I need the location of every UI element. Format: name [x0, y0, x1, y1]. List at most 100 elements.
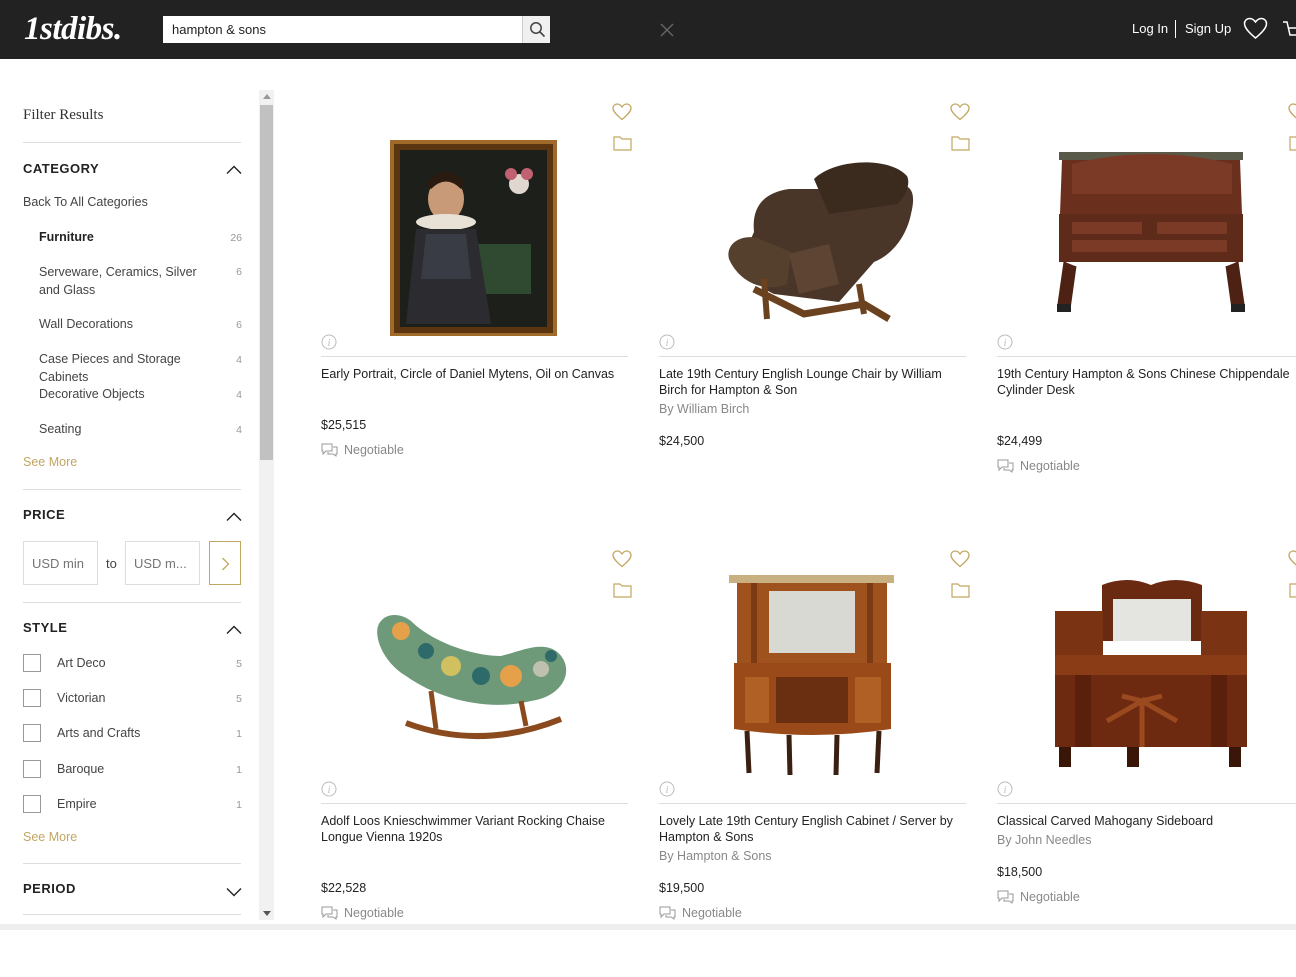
- svg-text:i: i: [666, 785, 669, 796]
- top-header: 1stdibs. Log In Sign Up: [0, 0, 1296, 59]
- checkbox[interactable]: [23, 760, 41, 778]
- product-card[interactable]: i Early Portrait, Circle of Daniel Myten…: [321, 90, 632, 530]
- price-apply-button[interactable]: [209, 541, 241, 585]
- login-link[interactable]: Log In: [1132, 21, 1168, 36]
- product-image[interactable]: [997, 104, 1296, 336]
- folder-icon[interactable]: [613, 582, 632, 603]
- category-item-decorative-objects[interactable]: Decorative Objects: [39, 385, 219, 403]
- favorite-heart-icon[interactable]: [950, 550, 970, 573]
- category-item-furniture[interactable]: Furniture: [39, 228, 219, 246]
- product-card[interactable]: i Classical Carved Mahogany Sideboard By…: [997, 537, 1296, 977]
- category-item-case-pieces[interactable]: Case Pieces and Storage Cabinets: [39, 350, 219, 386]
- style-filter-arts-and-crafts[interactable]: Arts and Crafts 1: [23, 724, 243, 744]
- scroll-up-arrow-icon[interactable]: [263, 94, 271, 99]
- favorite-heart-icon[interactable]: [1288, 103, 1296, 126]
- product-maker[interactable]: By Hampton & Sons: [659, 849, 772, 863]
- checkbox[interactable]: [23, 654, 41, 672]
- site-logo[interactable]: 1stdibs.: [24, 10, 122, 48]
- category-item-serveware[interactable]: Serveware, Ceramics, Silver and Glass: [39, 263, 219, 299]
- checkbox[interactable]: [23, 689, 41, 707]
- style-see-more-link[interactable]: See More: [23, 830, 77, 844]
- product-title[interactable]: 19th Century Hampton & Sons Chinese Chip…: [997, 366, 1296, 398]
- favorite-heart-icon[interactable]: [612, 550, 632, 573]
- product-image[interactable]: [659, 104, 966, 336]
- header-separator: [1175, 20, 1176, 38]
- signup-link[interactable]: Sign Up: [1185, 21, 1231, 36]
- info-icon[interactable]: i: [997, 334, 1013, 355]
- folder-icon[interactable]: [951, 582, 970, 603]
- cart-icon[interactable]: [1282, 19, 1296, 44]
- product-image[interactable]: [321, 104, 628, 336]
- price-max-input[interactable]: [125, 541, 200, 585]
- style-label: Arts and Crafts: [57, 726, 141, 740]
- product-card[interactable]: i 19th Century Hampton & Sons Chinese Ch…: [997, 90, 1296, 530]
- category-count: 4: [236, 424, 242, 436]
- category-see-more-link[interactable]: See More: [23, 455, 77, 469]
- product-title[interactable]: Classical Carved Mahogany Sideboard: [997, 813, 1296, 829]
- price-min-input[interactable]: [23, 541, 98, 585]
- checkbox[interactable]: [23, 724, 41, 742]
- folder-icon[interactable]: [613, 135, 632, 156]
- chat-bubble-icon: [997, 890, 1014, 904]
- category-count: 4: [236, 354, 242, 366]
- search-input[interactable]: [163, 16, 499, 43]
- back-to-all-categories-link[interactable]: Back To All Categories: [23, 195, 148, 209]
- product-card[interactable]: i Lovely Late 19th Century English Cabin…: [659, 537, 970, 977]
- clear-search-icon[interactable]: [659, 22, 675, 38]
- product-maker[interactable]: By John Needles: [997, 833, 1092, 847]
- chevron-up-icon[interactable]: [226, 622, 242, 640]
- period-section-title[interactable]: PERIOD: [23, 881, 76, 896]
- info-icon[interactable]: i: [659, 334, 675, 355]
- info-icon[interactable]: i: [659, 781, 675, 802]
- product-card[interactable]: i Adolf Loos Knieschwimmer Variant Rocki…: [321, 537, 632, 977]
- category-item-wall-decorations[interactable]: Wall Decorations: [39, 315, 219, 333]
- favorite-heart-icon[interactable]: [1288, 550, 1296, 573]
- folder-icon[interactable]: [1289, 135, 1296, 156]
- product-maker[interactable]: By William Birch: [659, 402, 749, 416]
- search-button[interactable]: [522, 16, 550, 43]
- info-icon[interactable]: i: [997, 781, 1013, 802]
- style-count: 1: [236, 764, 242, 776]
- sidebar-scrollbar[interactable]: [259, 90, 274, 920]
- favorite-heart-icon[interactable]: [612, 103, 632, 126]
- product-title[interactable]: Adolf Loos Knieschwimmer Variant Rocking…: [321, 813, 621, 845]
- product-title[interactable]: Lovely Late 19th Century English Cabinet…: [659, 813, 959, 845]
- scrollbar-thumb[interactable]: [260, 105, 273, 460]
- chevron-up-icon[interactable]: [226, 509, 242, 527]
- style-section-title[interactable]: STYLE: [23, 620, 67, 635]
- product-image[interactable]: [659, 551, 966, 783]
- style-filter-baroque[interactable]: Baroque 1: [23, 760, 243, 780]
- negotiable-label: Negotiable: [1020, 890, 1080, 904]
- window-bottom-edge: [0, 924, 1296, 930]
- search-icon: [530, 22, 546, 38]
- info-icon[interactable]: i: [321, 781, 337, 802]
- scroll-down-arrow-icon[interactable]: [263, 911, 271, 916]
- price-to-label: to: [106, 556, 117, 571]
- product-image[interactable]: [321, 551, 628, 783]
- style-filter-empire[interactable]: Empire 1: [23, 795, 243, 815]
- folder-icon[interactable]: [951, 135, 970, 156]
- product-price: $22,528: [321, 881, 367, 895]
- favorites-heart-icon[interactable]: [1243, 17, 1268, 45]
- negotiable-badge: Negotiable: [997, 459, 1080, 475]
- chevron-up-icon[interactable]: [226, 162, 242, 180]
- negotiable-label: Negotiable: [682, 906, 742, 920]
- svg-text:i: i: [666, 338, 669, 349]
- checkbox[interactable]: [23, 795, 41, 813]
- product-price: $24,499: [997, 434, 1043, 448]
- style-filter-victorian[interactable]: Victorian 5: [23, 689, 243, 709]
- category-section-title[interactable]: CATEGORY: [23, 161, 99, 176]
- chevron-down-icon[interactable]: [226, 884, 242, 902]
- style-filter-art-deco[interactable]: Art Deco 5: [23, 654, 243, 674]
- chat-bubble-icon: [659, 906, 676, 920]
- favorite-heart-icon[interactable]: [950, 103, 970, 126]
- product-title[interactable]: Late 19th Century English Lounge Chair b…: [659, 366, 959, 398]
- folder-icon[interactable]: [1289, 582, 1296, 603]
- category-item-seating[interactable]: Seating: [39, 420, 219, 438]
- price-section-title[interactable]: PRICE: [23, 507, 65, 522]
- card-divider: [997, 356, 1296, 357]
- product-card[interactable]: i Late 19th Century English Lounge Chair…: [659, 90, 970, 530]
- product-image[interactable]: [997, 551, 1296, 783]
- product-title[interactable]: Early Portrait, Circle of Daniel Mytens,…: [321, 366, 621, 382]
- info-icon[interactable]: i: [321, 334, 337, 355]
